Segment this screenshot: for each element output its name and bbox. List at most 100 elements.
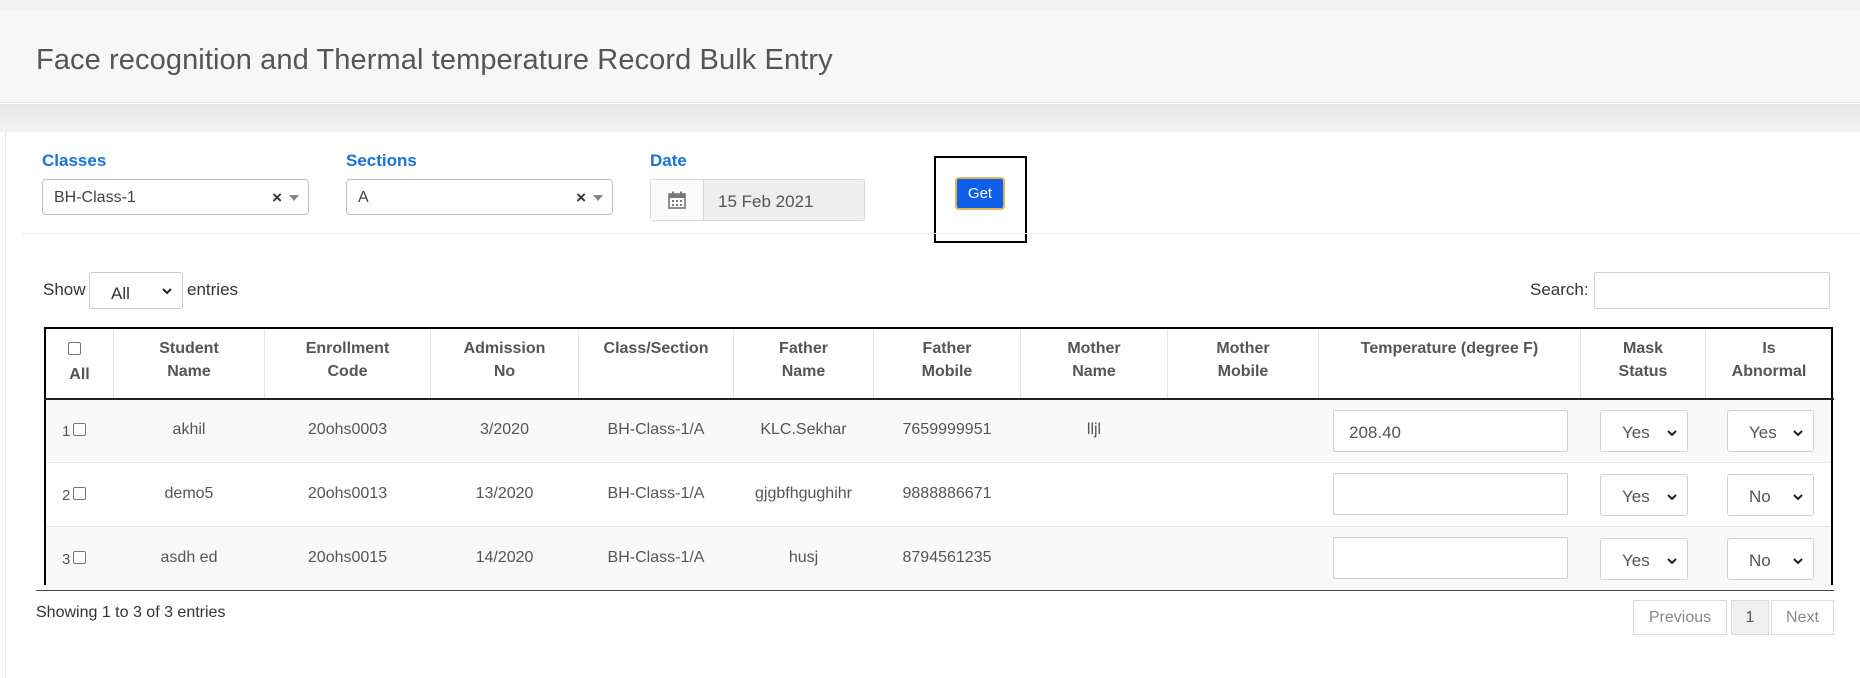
row-checkbox[interactable]	[73, 423, 86, 436]
cell-enrollment-code: 20ohs0015	[307, 549, 388, 566]
header-enrollment-code-line1: Enrollment	[305, 340, 390, 357]
cell-admission-no: 14/2020	[475, 549, 534, 566]
chevron-down-icon	[162, 288, 172, 295]
header-mask-status[interactable]: Mask Status	[1581, 337, 1705, 383]
cell-student-name: asdh ed	[160, 549, 218, 566]
filter-divider	[22, 233, 1860, 234]
is-abnormal-value: No	[1749, 551, 1771, 570]
cell-class-section: BH-Class-1/A	[607, 485, 705, 502]
header-student-name[interactable]: Student Name	[114, 337, 264, 383]
top-strip	[0, 0, 1860, 10]
row-number: 2	[62, 487, 71, 504]
chevron-down-icon	[1667, 494, 1677, 501]
sections-select[interactable]: A ×	[346, 179, 613, 215]
header-enrollment-code-line2: Code	[327, 363, 368, 380]
header-father-name[interactable]: Father Name	[734, 337, 873, 383]
header-father-mobile-line2: Mobile	[921, 363, 973, 380]
header-mother-name-line1: Mother	[1067, 340, 1121, 357]
cell-father-mobile: 9888886671	[902, 485, 992, 502]
date-value: 15 Feb 2021	[718, 192, 814, 211]
sections-clear-icon[interactable]: ×	[576, 188, 586, 208]
cell-father-name: gjgbfhgughihr	[755, 485, 852, 502]
select-all-checkbox[interactable]	[68, 342, 81, 355]
classes-select[interactable]: BH-Class-1 ×	[42, 179, 309, 215]
previous-button[interactable]: Previous	[1633, 600, 1727, 635]
entries-length-value: All	[111, 284, 130, 303]
entries-length-select[interactable]: All	[89, 272, 183, 309]
row-checkbox[interactable]	[73, 551, 86, 564]
header-is-abnormal-line2: Abnormal	[1731, 363, 1807, 380]
entries-label: entries	[187, 280, 239, 299]
classes-caret-icon[interactable]	[289, 195, 299, 201]
temperature-input[interactable]	[1333, 537, 1568, 579]
chevron-down-icon	[1667, 558, 1677, 565]
date-label: Date	[650, 151, 687, 170]
header-student-name-line2: Name	[167, 363, 211, 380]
cell-mother-name: lljl	[1086, 421, 1102, 438]
cell-father-name: KLC.Sekhar	[760, 421, 847, 438]
mask-status-select[interactable]: Yes	[1600, 538, 1688, 580]
temperature-input[interactable]: 208.40	[1333, 410, 1568, 452]
cell-student-name: akhil	[172, 421, 206, 438]
header-all: All	[69, 366, 90, 383]
header-is-abnormal-line1: Is	[1762, 340, 1776, 357]
header-mother-mobile-line1: Mother	[1216, 340, 1270, 357]
header-shadow-band	[0, 104, 1860, 132]
row-number: 3	[62, 551, 71, 568]
header-mother-name[interactable]: Mother Name	[1021, 337, 1167, 383]
header-class-section[interactable]: Class/Section	[579, 337, 733, 360]
cell-admission-no: 13/2020	[475, 485, 534, 502]
header-admission-no-line1: Admission	[463, 340, 546, 357]
cell-father-mobile: 7659999951	[902, 421, 992, 438]
header-student-name-line1: Student	[159, 340, 219, 357]
table-bottom-border	[36, 590, 1834, 591]
header-mother-mobile[interactable]: Mother Mobile	[1168, 337, 1318, 383]
header-admission-no[interactable]: Admission No	[431, 337, 578, 383]
row-number: 1	[62, 423, 71, 440]
page-1-button[interactable]: 1	[1731, 600, 1769, 635]
chevron-down-icon	[1793, 494, 1803, 501]
mask-status-value: Yes	[1622, 487, 1650, 506]
classes-label: Classes	[42, 151, 107, 170]
header-enrollment-code[interactable]: Enrollment Code	[265, 337, 430, 383]
header-mother-mobile-line2: Mobile	[1217, 363, 1269, 380]
header-admission-no-line2: No	[493, 363, 516, 380]
temperature-input-value: 208.40	[1349, 423, 1401, 442]
next-button[interactable]: Next	[1771, 600, 1834, 635]
temperature-input[interactable]	[1333, 473, 1568, 515]
is-abnormal-select[interactable]: Yes	[1727, 410, 1814, 452]
cell-father-name: husj	[788, 549, 819, 566]
classes-clear-icon[interactable]: ×	[272, 188, 282, 208]
page-title: Face recognition and Thermal temperature…	[36, 44, 833, 76]
calendar-icon[interactable]	[651, 180, 704, 220]
get-button[interactable]: Get	[955, 177, 1005, 210]
header-father-mobile[interactable]: Father Mobile	[874, 337, 1020, 383]
mask-status-value: Yes	[1622, 551, 1650, 570]
date-field[interactable]: 15 Feb 2021	[650, 179, 865, 221]
classes-select-value: BH-Class-1	[54, 189, 136, 206]
is-abnormal-value: No	[1749, 487, 1771, 506]
mask-status-select[interactable]: Yes	[1600, 474, 1688, 516]
cell-enrollment-code: 20ohs0013	[307, 485, 388, 502]
header-mask-status-line2: Status	[1618, 363, 1668, 380]
header-mask-status-line1: Mask	[1622, 340, 1664, 357]
mask-status-select[interactable]: Yes	[1600, 410, 1688, 452]
is-abnormal-select[interactable]: No	[1727, 474, 1814, 516]
search-label: Search:	[1530, 280, 1589, 299]
show-label: Show	[43, 280, 86, 299]
search-input[interactable]	[1594, 272, 1830, 309]
sections-select-value: A	[358, 189, 369, 206]
cell-admission-no: 3/2020	[480, 421, 529, 438]
header-is-abnormal[interactable]: Is Abnormal	[1706, 337, 1832, 383]
table-info: Showing 1 to 3 of 3 entries	[36, 604, 226, 621]
chevron-down-icon	[1667, 430, 1677, 437]
cell-class-section: BH-Class-1/A	[607, 549, 705, 566]
row-checkbox[interactable]	[73, 487, 86, 500]
is-abnormal-select[interactable]: No	[1727, 538, 1814, 580]
header-father-name-line2: Name	[781, 363, 826, 380]
header-father-name-line1: Father	[779, 340, 828, 357]
chevron-down-icon	[1793, 558, 1803, 565]
header-temperature[interactable]: Temperature (degree F)	[1319, 337, 1580, 360]
is-abnormal-value: Yes	[1749, 423, 1777, 442]
sections-caret-icon[interactable]	[593, 195, 603, 201]
